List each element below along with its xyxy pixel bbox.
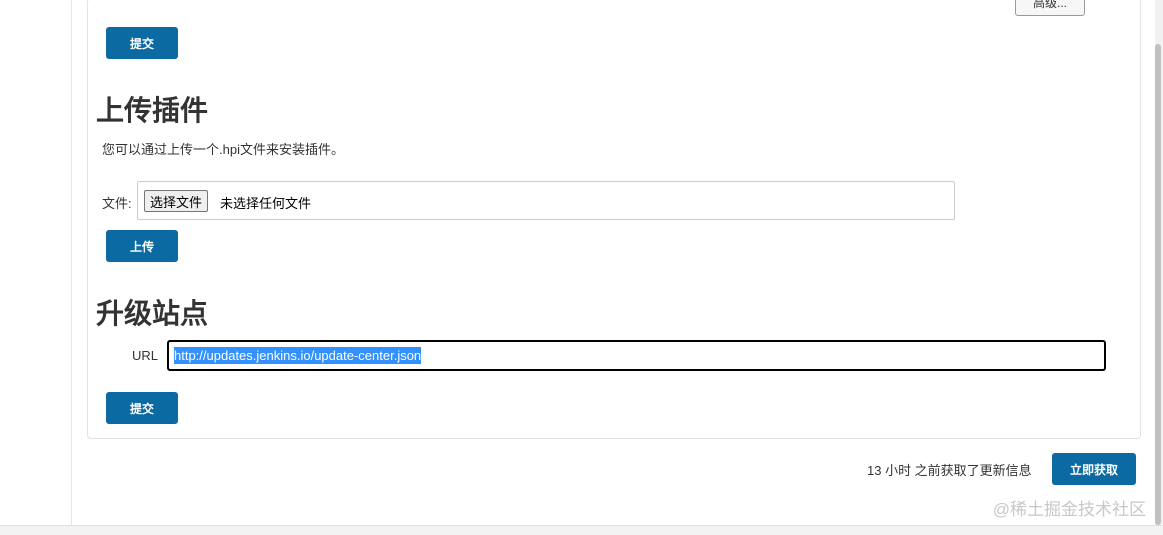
top-submit-button[interactable]: 提交 — [106, 27, 178, 59]
check-now-button[interactable]: 立即获取 — [1052, 453, 1136, 485]
update-site-url-input[interactable]: http://updates.jenkins.io/update-center.… — [167, 340, 1106, 371]
left-sidebar-strip — [0, 0, 72, 525]
vertical-scrollbar[interactable] — [1155, 0, 1163, 525]
upload-plugin-title: 上传插件 — [96, 94, 209, 127]
choose-file-button[interactable]: 选择文件 — [144, 190, 209, 212]
advanced-button[interactable]: 高级... — [1015, 0, 1085, 16]
update-site-submit-button[interactable]: 提交 — [106, 392, 178, 424]
file-label: 文件: — [102, 196, 132, 211]
scrollbar-thumb[interactable] — [1155, 44, 1161, 525]
url-value-selected: http://updates.jenkins.io/update-center.… — [174, 347, 422, 364]
upload-description: 您可以通过上传一个.hpi文件来安装插件。 — [102, 142, 344, 157]
watermark-text: @稀土掘金技术社区 — [992, 500, 1146, 519]
last-updated-text: 13 小时 之前获取了更新信息 — [867, 463, 1032, 478]
upload-button[interactable]: 上传 — [106, 230, 178, 262]
update-site-title: 升级站点 — [96, 297, 209, 330]
url-label: URL — [132, 348, 159, 363]
no-file-selected-text: 未选择任何文件 — [220, 196, 312, 211]
file-input[interactable]: 选择文件 未选择任何文件 — [137, 181, 955, 220]
